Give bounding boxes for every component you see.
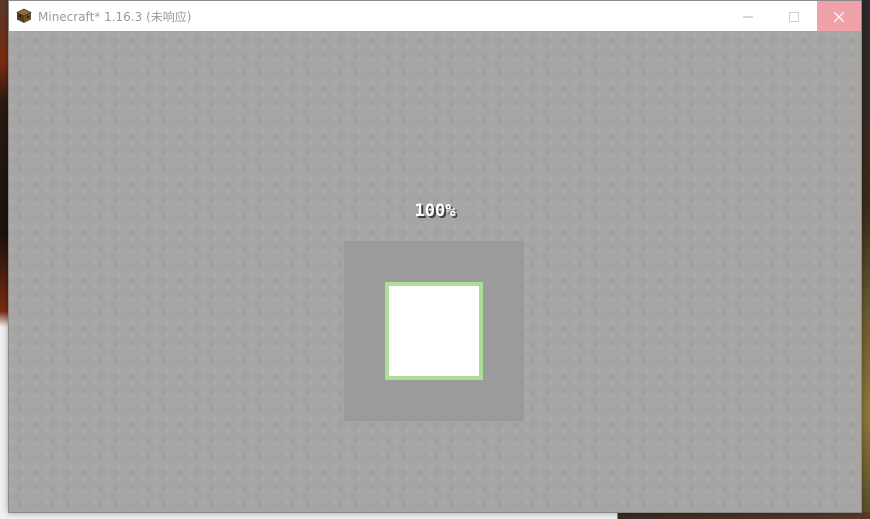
minimize-icon bbox=[743, 7, 753, 26]
title-bar[interactable]: Minecraft* 1.16.3 (未响应) bbox=[9, 1, 861, 31]
desktop-background-right bbox=[861, 0, 870, 519]
maximize-icon bbox=[789, 7, 799, 26]
loading-percent: 100% bbox=[414, 201, 456, 221]
window-title: Minecraft* 1.16.3 (未响应) bbox=[38, 10, 192, 24]
loading-progress-fill bbox=[385, 282, 483, 380]
close-button[interactable] bbox=[817, 1, 861, 31]
loading-progress-box bbox=[344, 241, 524, 421]
loading-screen: 100% bbox=[9, 31, 861, 512]
minecraft-window: Minecraft* 1.16.3 (未响应) 100% bbox=[8, 0, 862, 513]
close-icon bbox=[833, 7, 845, 26]
desktop-background-bottom bbox=[0, 512, 870, 519]
minecraft-grass-block-icon bbox=[16, 8, 32, 24]
maximize-button[interactable] bbox=[771, 1, 817, 31]
minimize-button[interactable] bbox=[725, 1, 771, 31]
